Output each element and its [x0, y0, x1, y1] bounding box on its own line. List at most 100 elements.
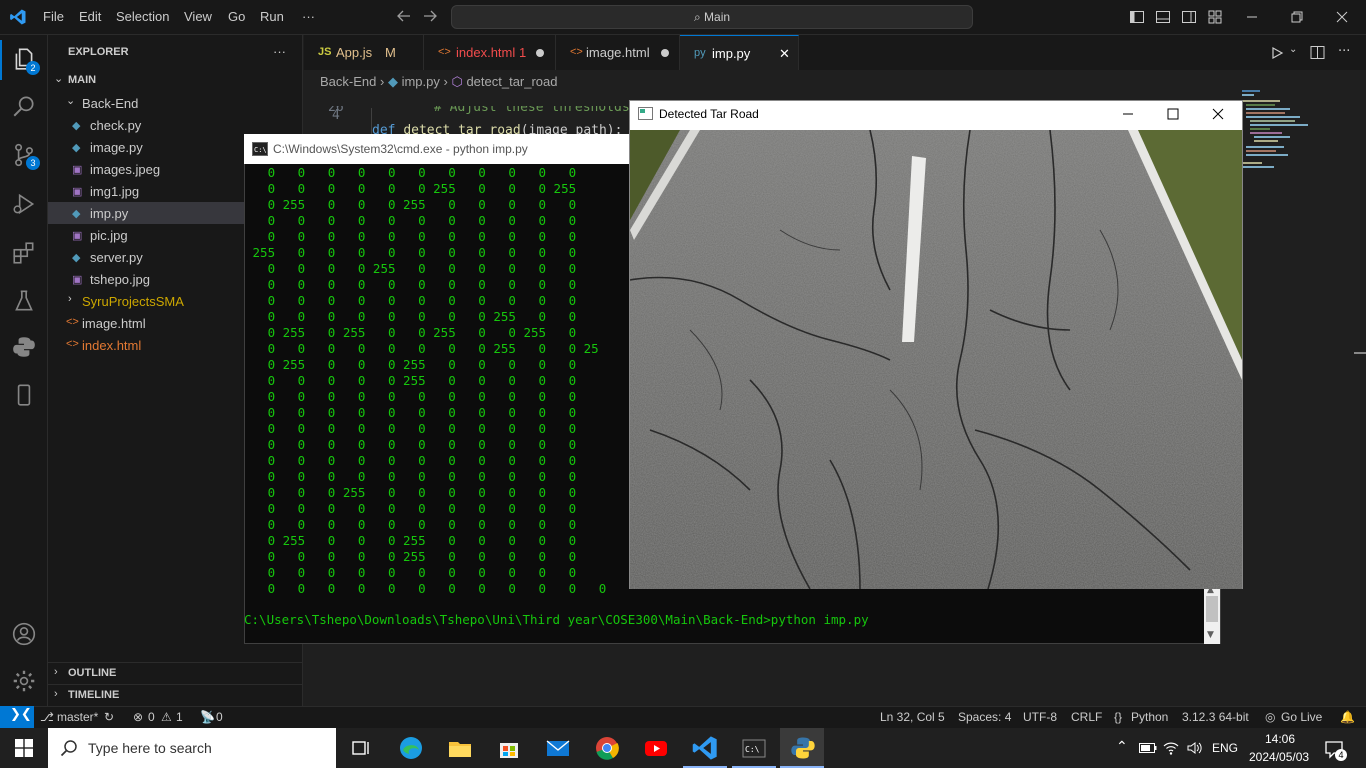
- cursor-position[interactable]: Ln 32, Col 5: [880, 710, 945, 724]
- file-item[interactable]: server.py: [90, 250, 143, 265]
- toggle-panel-icon[interactable]: [1155, 9, 1171, 25]
- chevron-right-icon[interactable]: ›: [68, 293, 72, 305]
- search-icon[interactable]: [11, 93, 37, 119]
- file-item[interactable]: pic.jpg: [90, 228, 128, 243]
- outline-section[interactable]: OUTLINE: [68, 667, 116, 679]
- language-mode[interactable]: Python: [1131, 710, 1168, 724]
- file-item[interactable]: tshepo.jpg: [90, 272, 150, 287]
- python-interpreter[interactable]: 3.12.3 64-bit: [1182, 710, 1249, 724]
- error-count[interactable]: 0: [148, 710, 155, 724]
- task-view-icon[interactable]: [347, 734, 375, 762]
- python-icon[interactable]: [11, 334, 37, 360]
- remote-device-icon[interactable]: [11, 382, 37, 408]
- close-tab-icon[interactable]: ✕: [779, 46, 790, 62]
- breadcrumb-symbol[interactable]: detect_tar_road: [466, 74, 557, 89]
- mail-icon[interactable]: [544, 734, 572, 762]
- chevron-down-icon[interactable]: ⌄: [66, 94, 75, 107]
- menu-run[interactable]: Run: [260, 9, 284, 24]
- extensions-icon[interactable]: [11, 240, 37, 266]
- file-image-html[interactable]: image.html: [82, 316, 146, 331]
- restore-icon[interactable]: [1288, 8, 1306, 26]
- unsaved-dot-icon[interactable]: [536, 49, 544, 57]
- file-item[interactable]: img1.jpg: [90, 184, 139, 199]
- minimize-icon[interactable]: [1121, 107, 1135, 121]
- settings-gear-icon[interactable]: [11, 668, 37, 694]
- run-file-icon[interactable]: [1270, 46, 1284, 60]
- menu-view[interactable]: View: [184, 9, 212, 24]
- cmd-scroll-thumb[interactable]: [1206, 596, 1218, 622]
- more-actions-icon[interactable]: ···: [1338, 44, 1350, 59]
- tab-image-html[interactable]: <> image.html: [556, 35, 680, 70]
- accounts-icon[interactable]: [11, 621, 37, 647]
- file-item[interactable]: images.jpeg: [90, 162, 160, 177]
- arrow-right-icon[interactable]: [422, 8, 438, 24]
- battery-icon[interactable]: [1139, 742, 1157, 754]
- input-language[interactable]: ENG: [1212, 741, 1238, 755]
- close-window-icon[interactable]: [1211, 107, 1225, 121]
- menu-more[interactable]: ···: [302, 9, 315, 24]
- chevron-up-icon[interactable]: ⌃: [1116, 738, 1128, 755]
- split-editor-icon[interactable]: [1310, 45, 1325, 60]
- folder-back-end[interactable]: Back-End: [82, 96, 138, 111]
- volume-icon[interactable]: [1186, 740, 1202, 756]
- vscode-taskbar-icon[interactable]: [691, 734, 719, 762]
- go-live-button[interactable]: Go Live: [1281, 710, 1322, 724]
- timeline-section[interactable]: TIMELINE: [68, 689, 119, 701]
- maximize-icon[interactable]: [1166, 107, 1180, 121]
- customize-layout-icon[interactable]: [1207, 9, 1223, 25]
- menu-go[interactable]: Go: [228, 9, 245, 24]
- chevron-right-icon[interactable]: ›: [54, 688, 58, 700]
- branch-name[interactable]: master*: [57, 710, 98, 724]
- cmd-taskbar-icon[interactable]: C:\: [740, 734, 768, 762]
- wifi-icon[interactable]: [1163, 740, 1179, 756]
- toggle-sidebar-icon[interactable]: [1129, 9, 1145, 25]
- tab-imp-py[interactable]: py imp.py ✕: [680, 35, 799, 70]
- toggle-secondary-sidebar-icon[interactable]: [1181, 9, 1197, 25]
- file-item[interactable]: check.py: [90, 118, 141, 133]
- python-app-icon[interactable]: [789, 734, 817, 762]
- youtube-icon[interactable]: [642, 734, 670, 762]
- tab-app-js[interactable]: JS App.js M: [304, 35, 424, 70]
- menu-file[interactable]: File: [43, 9, 64, 24]
- sync-icon[interactable]: ↻: [104, 710, 114, 724]
- line-endings[interactable]: CRLF: [1071, 710, 1102, 724]
- arrow-left-icon[interactable]: [396, 8, 412, 24]
- run-debug-icon[interactable]: [11, 191, 37, 217]
- scrollbar-marker: [1354, 352, 1366, 354]
- file-explorer-icon[interactable]: [446, 734, 474, 762]
- file-item[interactable]: imp.py: [90, 206, 128, 221]
- breadcrumb-file[interactable]: imp.py: [402, 74, 440, 89]
- chevron-right-icon[interactable]: ›: [54, 666, 58, 678]
- bell-icon[interactable]: 🔔: [1340, 710, 1355, 724]
- scroll-down-icon[interactable]: ▼: [1207, 630, 1214, 640]
- unsaved-dot-icon[interactable]: [661, 49, 669, 57]
- file-index-html[interactable]: index.html: [82, 338, 141, 353]
- warning-count[interactable]: 1: [176, 710, 183, 724]
- breadcrumb-folder[interactable]: Back-End: [320, 74, 376, 89]
- chevron-down-icon[interactable]: ⌄: [1289, 44, 1297, 55]
- chevron-down-icon[interactable]: ⌄: [54, 72, 63, 85]
- windows-start-icon[interactable]: [15, 739, 33, 757]
- chrome-icon[interactable]: [593, 734, 621, 762]
- microsoft-store-icon[interactable]: [495, 734, 523, 762]
- folder-syruprojectssma[interactable]: SyruProjectsSMA: [82, 294, 184, 309]
- testing-icon[interactable]: [11, 288, 37, 314]
- indentation[interactable]: Spaces: 4: [958, 710, 1011, 724]
- clock-date[interactable]: 2024/05/03: [1249, 750, 1309, 764]
- workspace-root[interactable]: MAIN: [68, 74, 96, 86]
- ports-count[interactable]: 0: [216, 710, 223, 724]
- explorer-more-button[interactable]: ···: [273, 44, 286, 59]
- command-center[interactable]: ⌕ Main: [451, 5, 973, 29]
- clock-time[interactable]: 14:06: [1262, 732, 1298, 746]
- vscode-logo-icon[interactable]: [9, 8, 27, 26]
- file-item[interactable]: image.py: [90, 140, 143, 155]
- menu-edit[interactable]: Edit: [79, 9, 101, 24]
- cmd-prompt[interactable]: C:\Users\Tshepo\Downloads\Tshepo\Uni\Thi…: [244, 612, 869, 628]
- encoding[interactable]: UTF-8: [1023, 710, 1057, 724]
- close-window-icon[interactable]: [1333, 8, 1351, 26]
- menu-selection[interactable]: Selection: [116, 9, 169, 24]
- edge-icon[interactable]: [397, 734, 425, 762]
- minimap[interactable]: [1240, 88, 1310, 178]
- minimize-icon[interactable]: [1243, 8, 1261, 26]
- tab-index-html[interactable]: <> index.html 1: [424, 35, 556, 70]
